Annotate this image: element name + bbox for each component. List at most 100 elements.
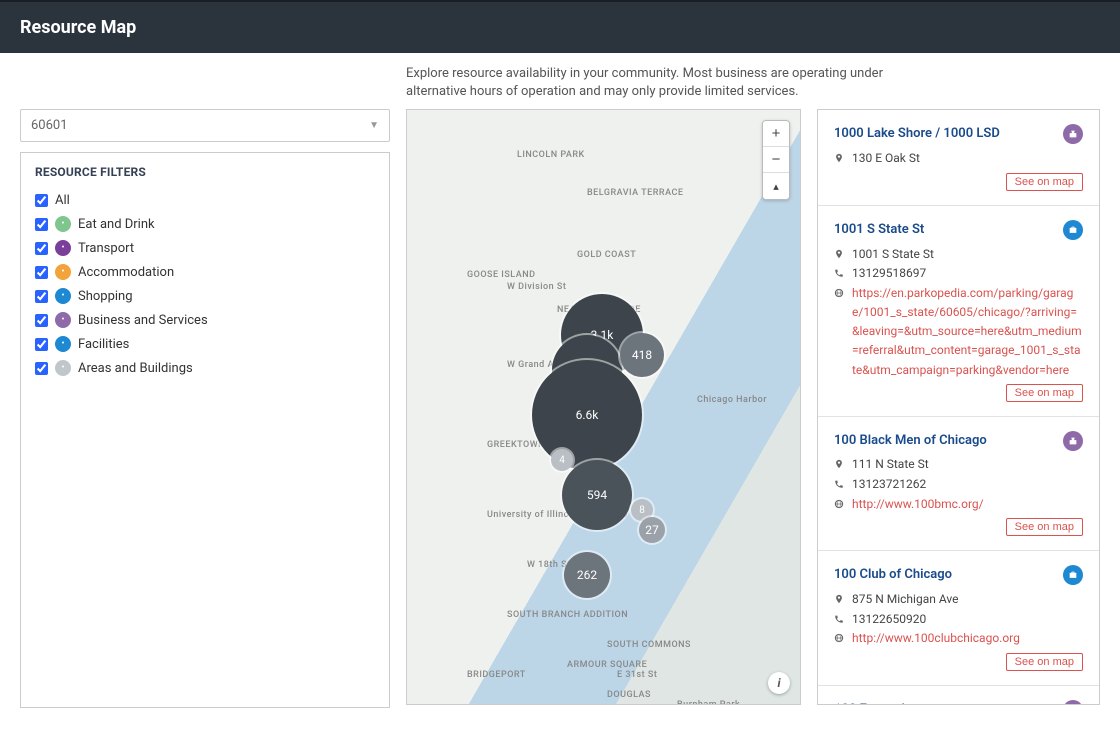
map-cluster[interactable]: 27 <box>639 517 665 543</box>
filter-checkbox[interactable] <box>35 194 48 207</box>
zoom-out-button[interactable]: − <box>763 147 789 173</box>
filter-checkbox[interactable] <box>35 290 48 303</box>
reset-north-button[interactable]: ▴ <box>763 173 789 199</box>
see-on-map-button[interactable]: See on map <box>1006 653 1083 671</box>
filter-item-areas[interactable]: • Areas and Buildings <box>35 356 375 380</box>
business-icon: • <box>55 312 71 328</box>
map-place-label: GOLD COAST <box>577 250 636 260</box>
results-column: 1000 Lake Shore / 1000 LSD130 E Oak StSe… <box>817 109 1100 705</box>
result-link[interactable]: http://www.100clubchicago.org <box>852 629 1020 648</box>
see-on-map-button[interactable]: See on map <box>1006 173 1083 191</box>
result-address: 1001 S State St <box>834 245 1083 265</box>
result-phone: 13123721262 <box>834 475 1083 495</box>
filter-item-all[interactable]: All <box>35 189 375 212</box>
page-title: Resource Map <box>20 17 1100 38</box>
result-card: 100 Black Men of Chicago 111 N State St13… <box>818 417 1099 552</box>
result-card: 1001 S State St1001 S State St1312951869… <box>818 206 1099 417</box>
filter-item-business[interactable]: • Business and Services <box>35 308 375 332</box>
filter-item-facilities[interactable]: • Facilities <box>35 332 375 356</box>
shopping-icon: • <box>55 288 71 304</box>
result-url: https://en.parkopedia.com/parking/garage… <box>834 284 1083 380</box>
pin-icon <box>834 592 846 610</box>
result-link[interactable]: https://en.parkopedia.com/parking/garage… <box>852 284 1083 380</box>
pin-icon <box>834 457 846 475</box>
chevron-down-icon: ▼ <box>369 120 379 131</box>
map-place-label: Burnham Park <box>677 700 740 705</box>
map-place-label: Chicago Harbor <box>697 395 767 405</box>
phone-icon <box>834 477 846 495</box>
map-place-label: E 31st St <box>617 670 657 680</box>
filter-label: Eat and Drink <box>78 217 155 232</box>
intro-text: Explore resource availability in your co… <box>406 65 946 101</box>
filter-item-shopping[interactable]: • Shopping <box>35 284 375 308</box>
result-url: http://www.100clubchicago.org <box>834 629 1083 649</box>
filter-checkbox[interactable] <box>35 314 48 327</box>
filter-checkbox[interactable] <box>35 218 48 231</box>
result-card: 100 Eastwalton100 E Walton St13123373393… <box>818 686 1099 706</box>
filter-item-transport[interactable]: •Transport <box>35 236 375 260</box>
filter-item-eat-drink[interactable]: • Eat and Drink <box>35 212 375 236</box>
map-place-label: W Division St <box>507 282 566 292</box>
map-place-label: SOUTH COMMONS <box>607 640 691 650</box>
map-cluster[interactable]: 6.6k <box>532 360 642 470</box>
map-place-label: ARMOUR SQUARE <box>567 660 647 670</box>
intro-row: Explore resource availability in your co… <box>0 53 1120 109</box>
pin-icon <box>834 151 846 169</box>
briefcase-icon <box>1063 220 1083 240</box>
result-title[interactable]: 1000 Lake Shore / 1000 LSD <box>834 124 1083 145</box>
globe-icon <box>834 631 846 649</box>
see-on-map-button[interactable]: See on map <box>1006 518 1083 536</box>
filter-checkbox[interactable] <box>35 362 48 375</box>
phone-icon <box>834 266 846 284</box>
filter-label: Shopping <box>78 289 133 304</box>
result-phone: 13122650920 <box>834 610 1083 630</box>
zip-select[interactable]: 60601 ▼ <box>20 109 390 142</box>
eat-drink-icon: • <box>55 216 71 232</box>
transport-icon: • <box>55 240 71 256</box>
zoom-controls: + − ▴ <box>762 120 790 200</box>
result-url: http://www.100bmc.org/ <box>834 495 1083 515</box>
map-place-label: BELGRAVIA TERRACE <box>587 188 683 198</box>
app-header: Resource Map <box>0 0 1120 53</box>
filter-panel: RESOURCE FILTERS All • Eat and Drink •Trans… <box>20 152 390 708</box>
filter-label: All <box>55 193 70 208</box>
filter-label: Accommodation <box>78 265 174 280</box>
zoom-in-button[interactable]: + <box>763 121 789 147</box>
result-link[interactable]: http://www.100bmc.org/ <box>852 495 984 514</box>
result-title[interactable]: 100 Black Men of Chicago <box>834 431 1083 452</box>
filter-label: Business and Services <box>78 313 208 328</box>
filter-checkbox[interactable] <box>35 242 48 255</box>
building-icon <box>1063 431 1083 451</box>
map-place-label: GREEKTOWN <box>487 440 545 450</box>
filter-label: Areas and Buildings <box>78 361 193 376</box>
result-title[interactable]: 1001 S State St <box>834 220 1083 241</box>
see-on-map-button[interactable]: See on map <box>1006 384 1083 402</box>
map-place-label: GOOSE ISLAND <box>467 270 535 280</box>
map-column: LINCOLN PARK BELGRAVIA TERRACE GOOSE ISLAN… <box>406 109 801 705</box>
map-canvas[interactable]: LINCOLN PARK BELGRAVIA TERRACE GOOSE ISLAN… <box>406 109 801 705</box>
filter-list: All•Eat and Drink•Transport•Accommodatio… <box>35 189 375 380</box>
result-title[interactable]: 100 Club of Chicago <box>834 565 1083 586</box>
results-list[interactable]: 1000 Lake Shore / 1000 LSD130 E Oak StSe… <box>817 109 1100 705</box>
map-place-label: BRIDGEPORT <box>467 670 526 680</box>
filters-column: 60601 ▼ RESOURCE FILTERS All • Eat and Dri… <box>20 109 390 708</box>
filter-label: Facilities <box>78 337 129 352</box>
main-content-row: 60601 ▼ RESOURCE FILTERS All • Eat and Dri… <box>0 109 1120 728</box>
map-cluster[interactable]: 594 <box>562 460 632 530</box>
facilities-icon: • <box>55 336 71 352</box>
map-place-label: LINCOLN PARK <box>517 150 585 160</box>
filter-checkbox[interactable] <box>35 338 48 351</box>
map-place-label: SOUTH BRANCH ADDITION <box>507 610 628 620</box>
result-address: 875 N Michigan Ave <box>834 590 1083 610</box>
map-cluster[interactable]: 262 <box>564 552 610 598</box>
result-title[interactable]: 100 Eastwalton <box>834 700 1083 706</box>
map-cluster[interactable]: 418 <box>620 333 664 377</box>
filter-title: RESOURCE FILTERS <box>35 165 375 179</box>
areas-icon: • <box>55 360 71 376</box>
globe-icon <box>834 286 846 304</box>
filter-checkbox[interactable] <box>35 266 48 279</box>
result-card: 1000 Lake Shore / 1000 LSD130 E Oak StSe… <box>818 110 1099 205</box>
map-cluster[interactable]: 4 <box>551 449 573 471</box>
result-address: 111 N State St <box>834 455 1083 475</box>
filter-item-accommodation[interactable]: •Accommodation <box>35 260 375 284</box>
